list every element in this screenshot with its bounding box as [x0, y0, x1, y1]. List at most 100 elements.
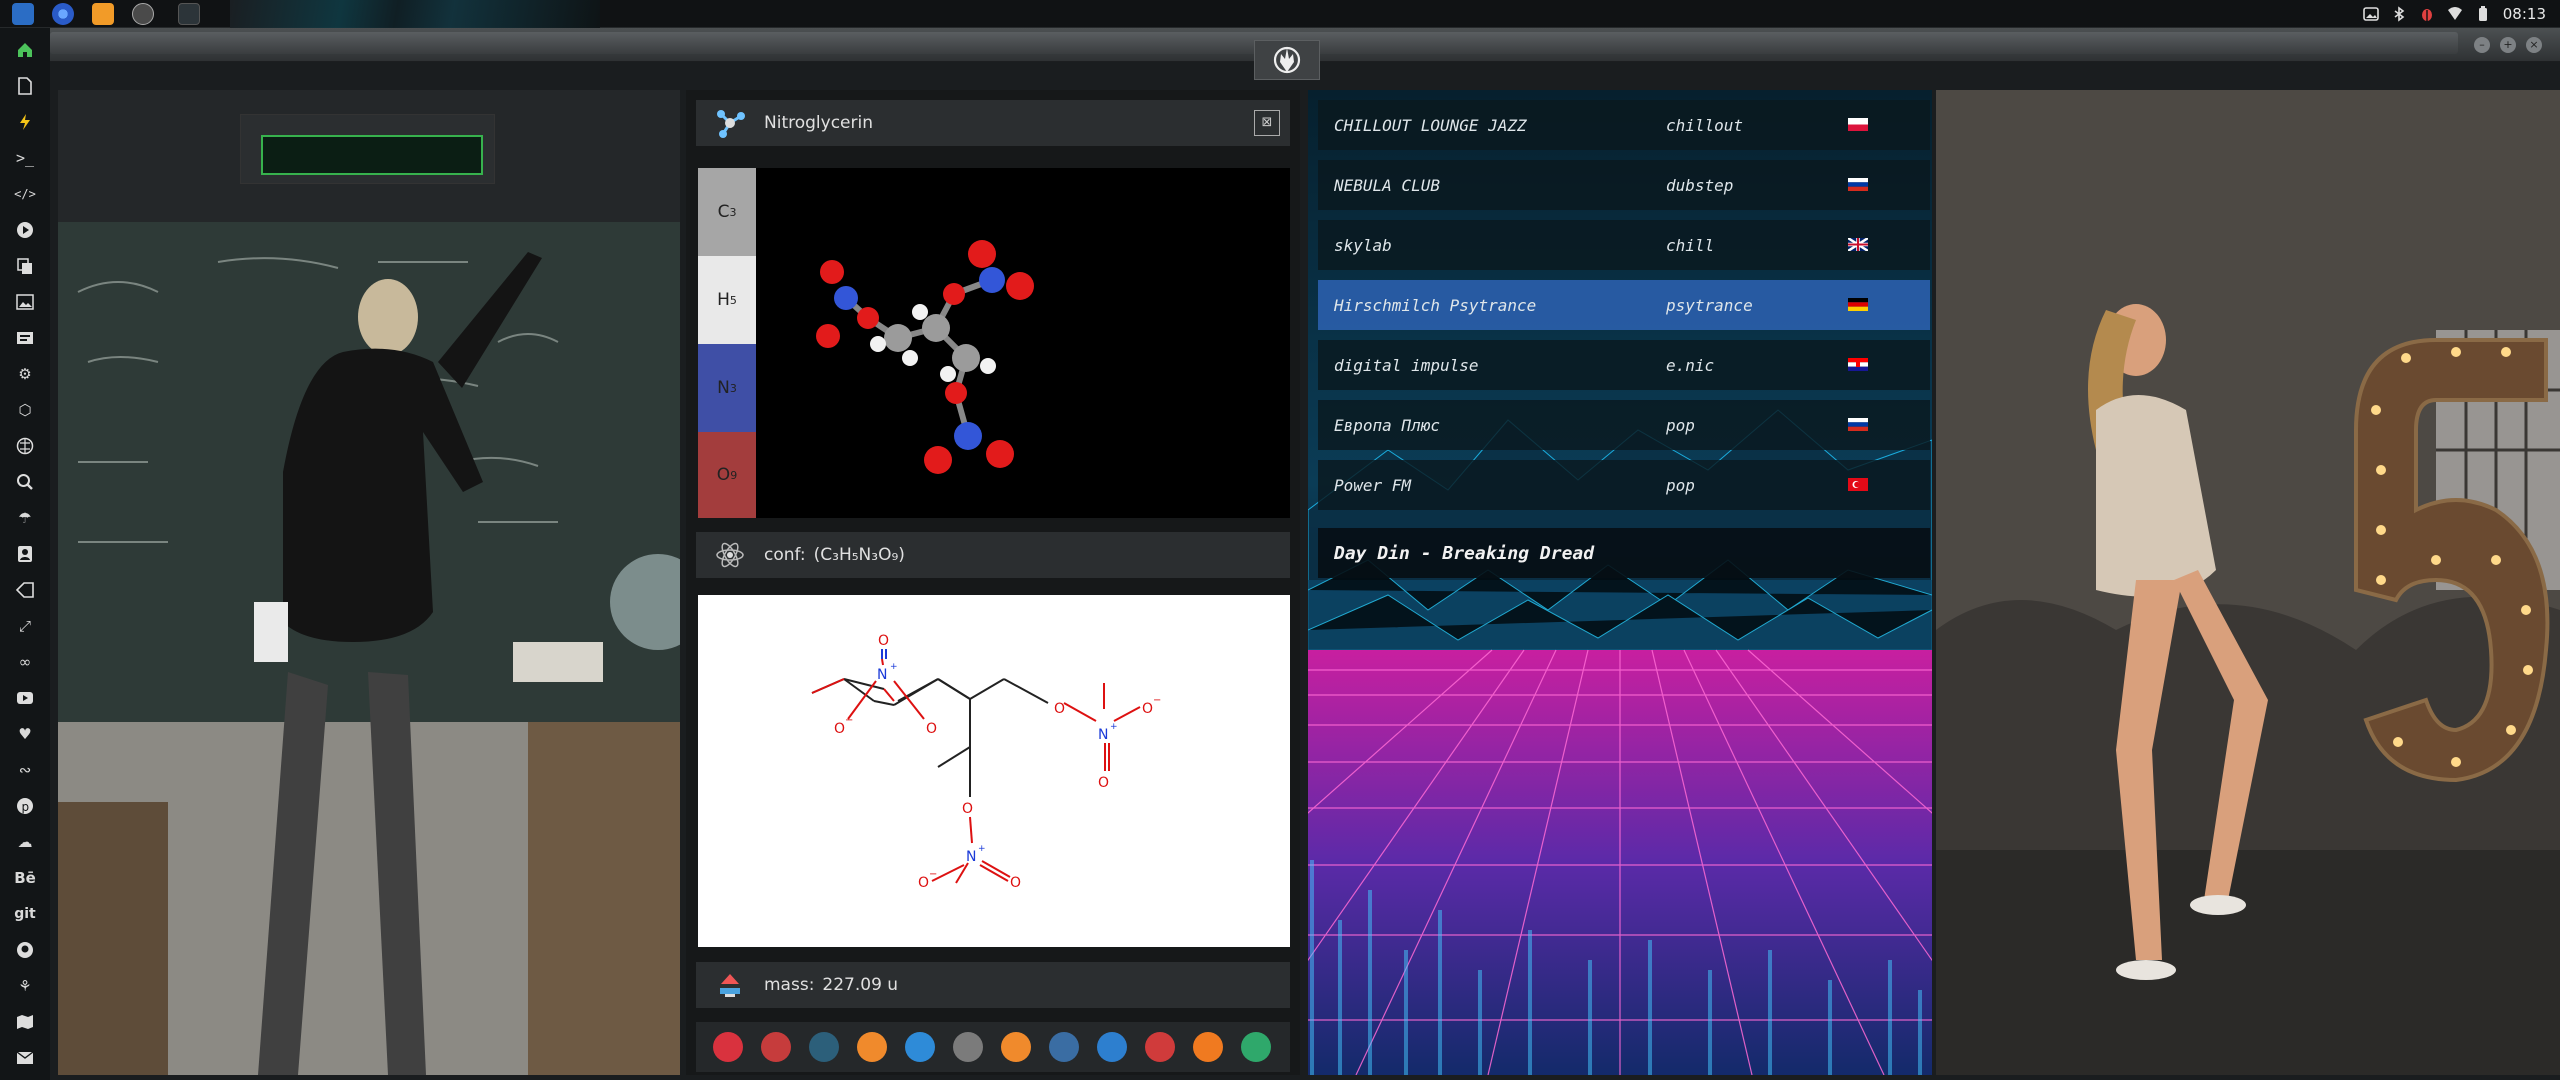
- copy-icon[interactable]: [13, 254, 37, 278]
- conf-value: (C₃H₅N₃O₉): [813, 545, 905, 565]
- lastfm-icon[interactable]: ∾: [13, 758, 37, 782]
- image-icon[interactable]: [2362, 6, 2379, 22]
- window-app-icon[interactable]: [178, 3, 200, 25]
- behance-icon[interactable]: Bē: [13, 866, 37, 890]
- svg-text:O: O: [1054, 701, 1065, 717]
- svg-text:O: O: [834, 721, 845, 737]
- settings-icon[interactable]: ⚙: [13, 362, 37, 386]
- contacts-icon[interactable]: [13, 542, 37, 566]
- files-app-icon[interactable]: [12, 3, 34, 25]
- mass-value: 227.09 u: [822, 975, 899, 995]
- station-row[interactable]: CHILLOUT LOUNGE JAZZ chillout: [1318, 100, 1930, 150]
- notes-icon[interactable]: [946, 1025, 990, 1069]
- structural-formula: O N + O− O O N + O− O O N + O− O: [811, 633, 1161, 891]
- play-icon[interactable]: [13, 218, 37, 242]
- station-row[interactable]: Hirschmilch Psytrance psytrance: [1318, 280, 1930, 330]
- clock-app-icon[interactable]: [1042, 1025, 1086, 1069]
- fashion-photo: [1936, 90, 2560, 1075]
- text-input[interactable]: [261, 135, 483, 175]
- tag-icon[interactable]: [13, 578, 37, 602]
- yandex-icon[interactable]: [1234, 1025, 1278, 1069]
- close-button[interactable]: ⊠: [1254, 110, 1280, 136]
- clock-app-icon-glyph: [1049, 1032, 1079, 1062]
- element-oxygen: O9: [698, 432, 756, 518]
- molecule-name: Nitroglycerin: [764, 113, 873, 133]
- russia-flag-icon: [1848, 178, 1868, 191]
- battery-icon[interactable]: [2475, 6, 2491, 22]
- svg-text:O: O: [962, 801, 973, 817]
- svg-text:O: O: [878, 633, 889, 649]
- station-genre: chillout: [1666, 115, 1744, 135]
- close-icon[interactable]: ×: [2526, 37, 2542, 53]
- cloud-icon[interactable]: ☁: [13, 830, 37, 854]
- molecule-3d-view[interactable]: C3 H5 N3 O9: [698, 168, 1290, 518]
- station-name: Hirschmilch Psytrance: [1334, 295, 1537, 315]
- timer-icon-glyph: [761, 1032, 791, 1062]
- browser-icon-glyph: [1097, 1032, 1127, 1062]
- station-row[interactable]: Европа Плюс pop: [1318, 400, 1930, 450]
- svg-text:+: +: [1110, 722, 1118, 732]
- sigil-app-icon[interactable]: [132, 3, 154, 25]
- hexagon-icon[interactable]: ⬡: [13, 398, 37, 422]
- svg-text:O: O: [1142, 701, 1153, 717]
- bug-icon[interactable]: [2419, 6, 2435, 22]
- molecule-2d-structure: O N + O − O O N + O − O O N + O − O: [698, 595, 1290, 947]
- sublime-app-icon[interactable]: [92, 3, 114, 25]
- github-icon[interactable]: [13, 938, 37, 962]
- map-icon[interactable]: [13, 1010, 37, 1034]
- mail-icon[interactable]: [13, 1046, 37, 1070]
- youtube-icon[interactable]: [13, 686, 37, 710]
- browser-icon[interactable]: [1090, 1025, 1134, 1069]
- mass-label: mass:: [764, 975, 815, 995]
- image-icon[interactable]: [13, 290, 37, 314]
- timer-icon[interactable]: [754, 1025, 798, 1069]
- search-icon[interactable]: [13, 470, 37, 494]
- station-row[interactable]: skylab chill: [1318, 220, 1930, 270]
- station-name: NEBULA CLUB: [1334, 175, 1440, 195]
- bluetooth-icon[interactable]: [2391, 6, 2407, 22]
- search-app-icon-glyph: [1001, 1032, 1031, 1062]
- station-genre: pop: [1666, 415, 1695, 435]
- chalkboard-photo: [58, 222, 680, 1075]
- umbrella-icon[interactable]: ☂: [13, 506, 37, 530]
- svg-text:N: N: [877, 667, 887, 683]
- minimize-icon[interactable]: –: [2474, 37, 2490, 53]
- infinity-icon[interactable]: ∞: [13, 650, 37, 674]
- input-frame: [240, 114, 495, 184]
- terminal-icon[interactable]: >_: [13, 146, 37, 170]
- search-app-icon[interactable]: [994, 1025, 1038, 1069]
- station-row[interactable]: NEBULA CLUB dubstep: [1318, 160, 1930, 210]
- code-icon[interactable]: </>: [13, 182, 37, 206]
- globe-icon[interactable]: [13, 434, 37, 458]
- galaxy-icon[interactable]: [802, 1025, 846, 1069]
- ball-and-stick-model: [816, 240, 1034, 474]
- maximize-icon[interactable]: +: [2500, 37, 2516, 53]
- translate-icon[interactable]: [898, 1025, 942, 1069]
- pinterest-icon[interactable]: p: [13, 794, 37, 818]
- clock[interactable]: 08:13: [2503, 5, 2546, 23]
- puzzle-icon[interactable]: ⚘: [13, 974, 37, 998]
- svg-text:O: O: [926, 721, 937, 737]
- photos-icon[interactable]: [850, 1025, 894, 1069]
- chromium-app-icon[interactable]: [52, 3, 74, 25]
- input-area: [58, 90, 680, 222]
- git-icon[interactable]: git: [13, 902, 37, 926]
- wifi-icon[interactable]: [2447, 6, 2463, 22]
- bolt-icon[interactable]: [13, 110, 37, 134]
- svg-text:−: −: [1153, 695, 1161, 706]
- app-launcher-icon[interactable]: [706, 1025, 750, 1069]
- forward-icon[interactable]: [1186, 1025, 1230, 1069]
- station-genre: pop: [1666, 475, 1695, 495]
- slides-icon[interactable]: [13, 326, 37, 350]
- home-icon[interactable]: [13, 38, 37, 62]
- photo-panel-right: [1936, 90, 2560, 1075]
- expand-icon[interactable]: ⤢: [13, 614, 37, 638]
- heart-icon[interactable]: ♥: [13, 722, 37, 746]
- station-row[interactable]: Power FM pop: [1318, 460, 1930, 510]
- croatia-flag-icon: [1848, 358, 1868, 371]
- calendar-icon[interactable]: [1138, 1025, 1182, 1069]
- station-row[interactable]: digital impulse e.nic: [1318, 340, 1930, 390]
- document-icon[interactable]: [13, 74, 37, 98]
- svg-text:+: +: [978, 844, 986, 854]
- molecule-header: Nitroglycerin ⊠: [696, 100, 1290, 146]
